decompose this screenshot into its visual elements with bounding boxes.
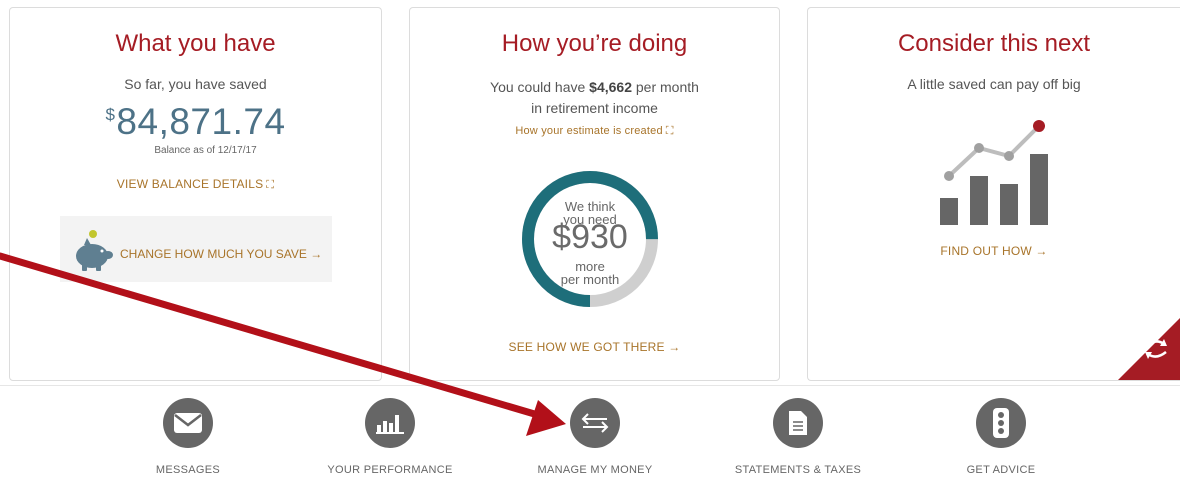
income-prefix: You could have — [490, 79, 590, 95]
bar-chart-icon — [365, 398, 415, 448]
growth-chart-icon — [940, 120, 1048, 225]
donut-line4: per month — [560, 272, 620, 287]
transfer-arrows-icon — [570, 398, 620, 448]
consider-this-next-card: Consider this next A little saved can pa… — [807, 7, 1180, 381]
nav-label-get-advice: GET ADVICE — [966, 464, 1036, 476]
how-youre-doing-card: How you’re doing You could have $4,662 p… — [409, 7, 780, 381]
currency-symbol: $ — [105, 105, 116, 124]
retirement-income-line: You could have $4,662 per month — [410, 79, 779, 95]
nav-divider — [0, 385, 1180, 386]
income-suffix: per month — [632, 79, 699, 95]
nav-get-advice[interactable]: GET ADVICE — [916, 398, 1086, 476]
nav-messages[interactable]: MESSAGES — [103, 398, 273, 476]
change-how-much-you-save-button[interactable]: CHANGE HOW MUCH YOU SAVE → — [60, 216, 332, 282]
saved-subtitle: So far, you have saved — [124, 76, 267, 92]
card-title-what-you-have: What you have — [115, 30, 276, 57]
income-amount: $4,662 — [589, 79, 632, 95]
document-icon — [773, 398, 823, 448]
nav-label-messages: MESSAGES — [155, 464, 221, 476]
envelope-icon — [163, 398, 213, 448]
view-balance-details-link[interactable]: VIEW BALANCE DETAILS ⛶ — [10, 177, 381, 192]
retirement-income-line2: in retirement income — [531, 100, 658, 116]
nav-statements-taxes[interactable]: STATEMENTS & TAXES — [713, 398, 883, 476]
what-you-have-card: What you have So far, you have saved $84… — [9, 7, 382, 381]
find-out-how-link[interactable]: FIND OUT HOW → — [808, 244, 1180, 258]
donut-label: We think you need $930 more per month — [521, 170, 659, 308]
nav-manage-my-money[interactable]: MANAGE MY MONEY — [510, 398, 680, 476]
piggy-bank-icon — [76, 230, 113, 271]
estimate-created-link[interactable]: How your estimate is created ⛶ — [410, 125, 779, 138]
change-save-label: CHANGE HOW MUCH YOU SAVE → — [120, 247, 323, 261]
consider-subtitle: A little saved can pay off big — [907, 76, 1081, 92]
view-balance-details-label: VIEW BALANCE DETAILS — [116, 177, 264, 191]
balance-amount: $84,871.74 — [10, 101, 381, 143]
balance-value: 84,871.74 — [116, 101, 286, 142]
nav-label-manage-my-money: MANAGE MY MONEY — [537, 464, 653, 476]
estimate-created-label: How your estimate is created — [515, 125, 663, 137]
nav-label-statements-taxes: STATEMENTS & TAXES — [734, 464, 862, 476]
nav-label-your-performance: YOUR PERFORMANCE — [327, 464, 453, 476]
card-title-how-youre-doing: How you’re doing — [501, 30, 688, 57]
see-how-we-got-there-link[interactable]: SEE HOW WE GOT THERE → — [410, 340, 779, 354]
card-title-consider-next: Consider this next — [897, 30, 1091, 57]
traffic-light-icon — [976, 398, 1026, 448]
refresh-corner-button[interactable] — [1118, 318, 1180, 380]
expand-icon: ⛶ — [665, 125, 674, 137]
expand-icon: ⛶ — [266, 179, 275, 191]
donut-value: $930 — [552, 218, 628, 256]
balance-date: Balance as of 12/17/17 — [154, 145, 257, 156]
nav-your-performance[interactable]: YOUR PERFORMANCE — [305, 398, 475, 476]
